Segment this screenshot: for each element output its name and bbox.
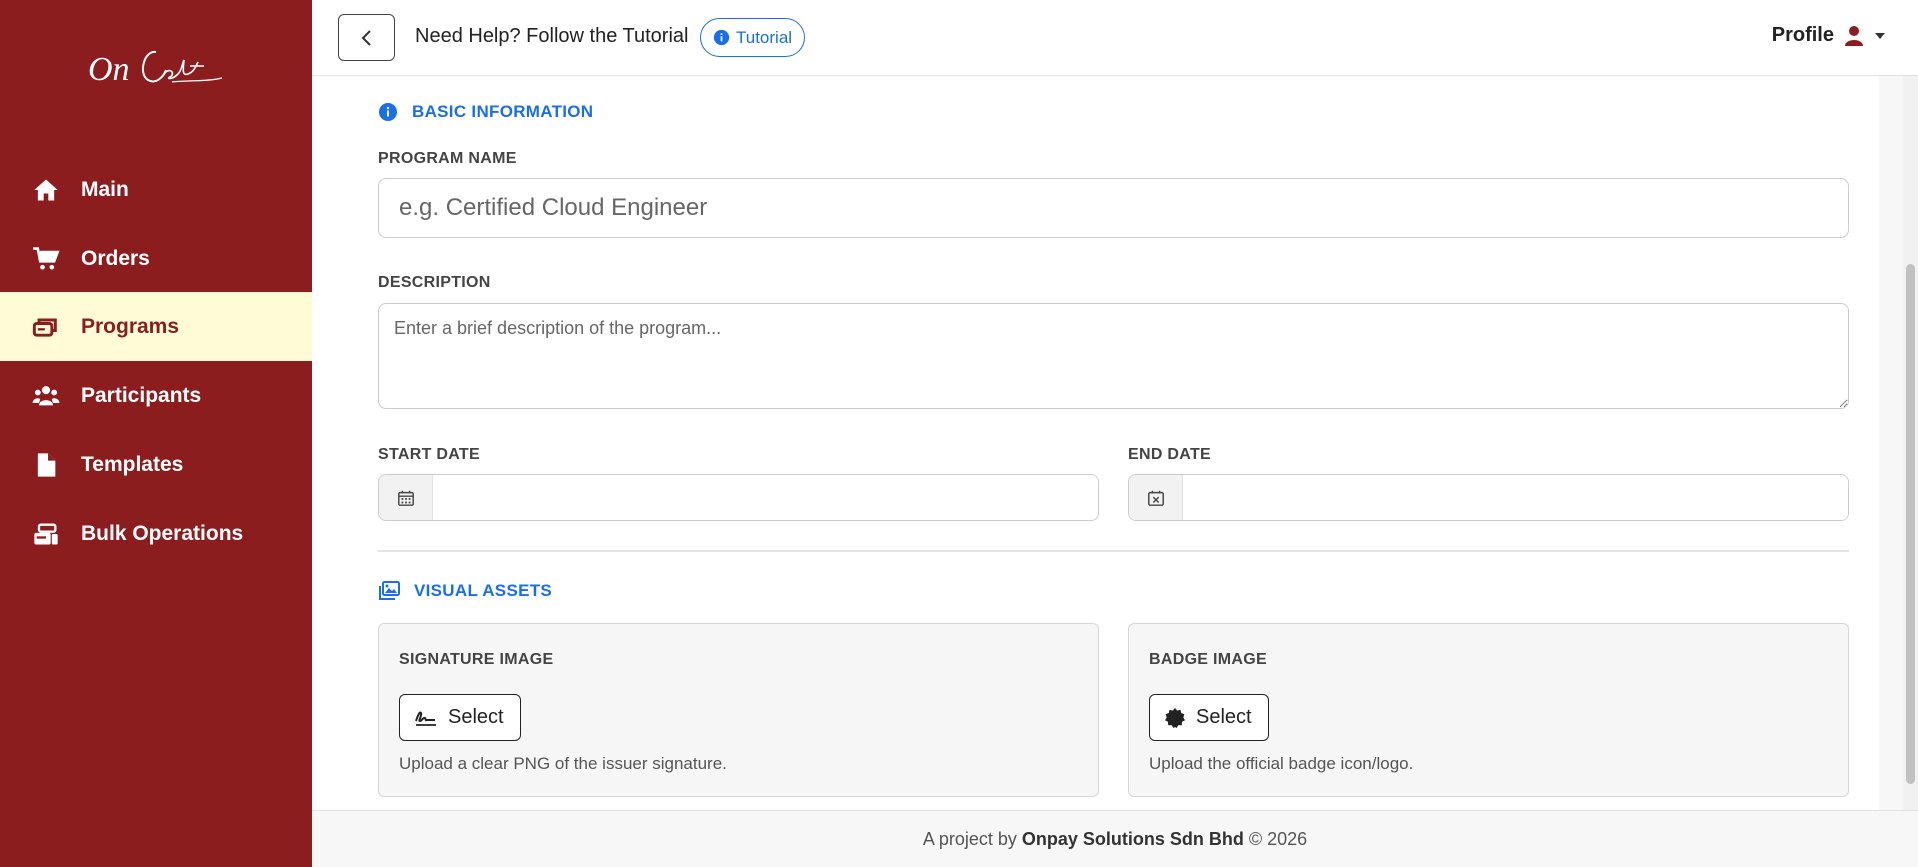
tutorial-button[interactable]: Tutorial: [700, 18, 806, 57]
sidebar-item-templates[interactable]: Templates: [0, 430, 312, 499]
end-date-field: [1128, 474, 1849, 521]
user-icon: [1845, 25, 1863, 46]
scrollbar-thumb[interactable]: [1906, 264, 1915, 784]
end-date-label: END DATE: [1128, 446, 1211, 463]
main-content: BASIC INFORMATION PROGRAM NAME DESCRIPTI…: [312, 76, 1918, 810]
sidebar-item-label: Templates: [81, 452, 184, 476]
tutorial-label: Tutorial: [736, 27, 793, 47]
sidebar-item-label: Participants: [81, 383, 202, 407]
badge-icon: [1165, 707, 1185, 728]
sidebar-item-orders[interactable]: Orders: [0, 224, 312, 293]
cards-icon: [31, 312, 61, 342]
sidebar-item-label: Main: [81, 177, 129, 201]
info-icon: [379, 103, 397, 121]
footer-copyright: © 2026: [1248, 828, 1308, 849]
basic-information-heading: BASIC INFORMATION: [378, 102, 593, 122]
description-textarea[interactable]: [378, 303, 1849, 409]
badge-image-panel: BADGE IMAGE Select Upload the official b…: [1128, 623, 1849, 797]
signature-image-panel: SIGNATURE IMAGE Select Upload a clear PN…: [378, 623, 1099, 797]
sidebar-item-participants[interactable]: Participants: [0, 361, 312, 430]
end-date-input[interactable]: [1183, 475, 1848, 520]
start-date-label: START DATE: [378, 446, 480, 463]
footer: A project by Onpay Solutions Sdn Bhd © 2…: [312, 810, 1918, 867]
home-icon: [31, 175, 61, 205]
badge-hint: Upload the official badge icon/logo.: [1149, 754, 1414, 773]
footer-company: Onpay Solutions Sdn Bhd: [1021, 828, 1244, 849]
visual-assets-heading: VISUAL ASSETS: [378, 581, 552, 601]
cart-icon: [31, 244, 61, 274]
calendar-x-icon: [1129, 475, 1183, 520]
file-icon: [31, 450, 61, 480]
sidebar: On Main Orders Programs Participants Tem…: [0, 0, 312, 867]
sidebar-item-bulk-operations[interactable]: Bulk Operations: [0, 499, 312, 568]
calendar-icon: [379, 475, 433, 520]
back-button[interactable]: [338, 14, 395, 61]
sidebar-item-label: Programs: [81, 314, 180, 338]
start-date-field: [378, 474, 1099, 521]
start-date-input[interactable]: [433, 475, 1098, 520]
images-icon: [379, 581, 400, 600]
program-name-label: PROGRAM NAME: [378, 150, 517, 167]
vertical-scrollbar[interactable]: [1903, 76, 1918, 810]
section-title-text: BASIC INFORMATION: [412, 102, 594, 121]
signature-icon: [415, 711, 436, 726]
badge-image-label: BADGE IMAGE: [1149, 651, 1267, 668]
program-name-input[interactable]: [378, 178, 1849, 238]
sidebar-item-main[interactable]: Main: [0, 155, 312, 224]
bulk-icon: [31, 519, 61, 549]
description-label: DESCRIPTION: [378, 274, 491, 291]
signature-select-button[interactable]: Select: [399, 694, 521, 741]
section-title-text: VISUAL ASSETS: [414, 581, 553, 600]
info-icon: [713, 29, 730, 46]
section-divider: [378, 550, 1849, 552]
sidebar-item-label: Bulk Operations: [81, 521, 244, 545]
profile-menu[interactable]: Profile: [1772, 24, 1886, 47]
svg-text:On: On: [88, 51, 130, 88]
caret-down-icon: [1875, 32, 1885, 39]
select-button-label: Select: [1196, 706, 1252, 728]
badge-select-button[interactable]: Select: [1149, 694, 1269, 741]
select-button-label: Select: [448, 706, 504, 728]
signature-image-label: SIGNATURE IMAGE: [399, 651, 554, 668]
sidebar-item-programs[interactable]: Programs: [0, 292, 312, 361]
oncert-logo[interactable]: On: [86, 30, 226, 100]
profile-label: Profile: [1771, 24, 1834, 46]
signature-hint: Upload a clear PNG of the issuer signatu…: [399, 754, 727, 773]
help-text: Need Help? Follow the Tutorial: [415, 25, 689, 47]
sidebar-item-label: Orders: [81, 246, 150, 270]
chevron-left-icon: [361, 29, 371, 46]
footer-prefix: A project by: [922, 828, 1017, 849]
users-icon: [31, 381, 61, 411]
program-form: BASIC INFORMATION PROGRAM NAME DESCRIPTI…: [312, 76, 1879, 810]
top-header: Need Help? Follow the Tutorial Tutorial …: [312, 0, 1918, 76]
